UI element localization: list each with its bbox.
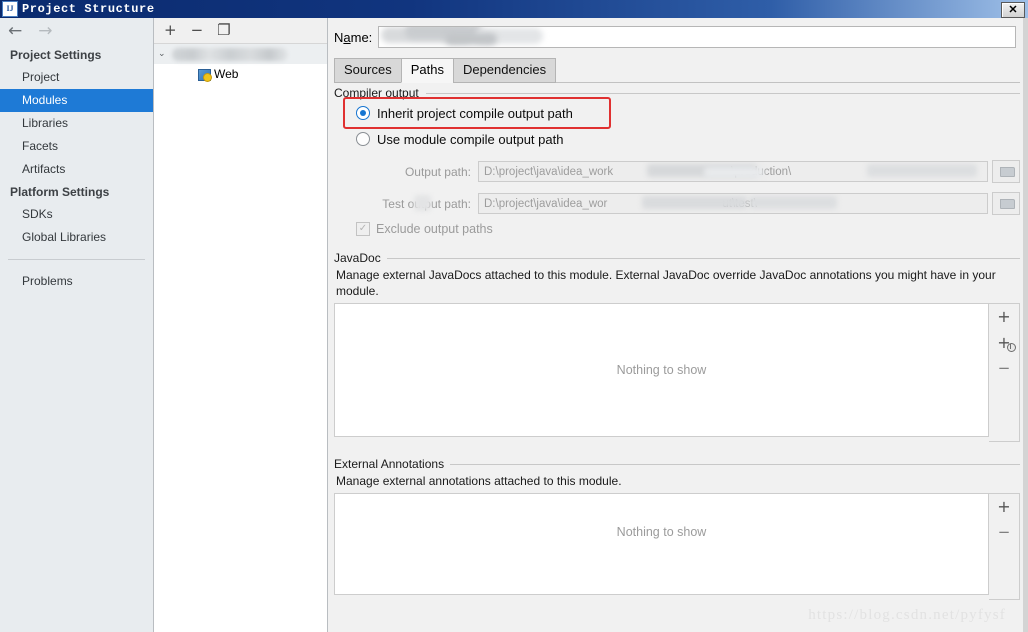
- javadoc-add-url-button[interactable]: +: [997, 335, 1016, 352]
- web-facet-icon: [198, 68, 212, 82]
- test-output-path-input[interactable]: D:\project\java\idea_wor ut\test\: [478, 193, 988, 214]
- sidebar-item-modules[interactable]: Modules: [0, 89, 153, 112]
- label-redaction: [414, 194, 431, 211]
- javadoc-add-button[interactable]: +: [997, 309, 1010, 325]
- sidebar-item-sdks[interactable]: SDKs: [0, 203, 153, 226]
- external-annotations-empty-text: Nothing to show: [616, 525, 707, 539]
- forward-arrow-icon[interactable]: →: [38, 22, 52, 40]
- module-name-redacted: [172, 47, 288, 61]
- module-tree-panel: + − ❐ ⌄ Web: [154, 18, 328, 632]
- radio-use-module-output[interactable]: Use module compile output path: [356, 128, 1020, 150]
- javadoc-remove-button[interactable]: −: [998, 361, 1011, 376]
- tree-item-label: Web: [214, 67, 239, 81]
- sidebar-group-platform-settings: Platform Settings: [10, 185, 110, 199]
- window-titlebar: IJ Project Structure ✕: [0, 0, 1028, 18]
- javadoc-list-wrap: Nothing to show + + −: [334, 303, 1020, 442]
- path-redaction: [704, 167, 764, 178]
- app-icon: IJ: [2, 1, 18, 17]
- external-annotations-list-buttons: + −: [989, 493, 1020, 600]
- remove-module-button[interactable]: −: [191, 23, 204, 38]
- folder-icon: [999, 198, 1015, 209]
- test-output-path-value-start: D:\project\java\idea_wor: [484, 197, 608, 210]
- sidebar-item-problems[interactable]: Problems: [0, 270, 153, 293]
- watermark-text: https://blog.csdn.net/pyfysf: [808, 607, 1006, 623]
- module-name-label: Name:: [334, 29, 373, 45]
- output-path-value-start: D:\project\java\idea_work: [484, 165, 614, 178]
- nav-arrow-bar: ← →: [0, 18, 153, 44]
- close-icon[interactable]: ✕: [1001, 2, 1025, 18]
- radio-label: Inherit project compile output path: [377, 105, 573, 121]
- tab-sources[interactable]: Sources: [334, 58, 402, 83]
- tree-row[interactable]: ⌄: [154, 44, 327, 64]
- test-output-path-label: Test output path:: [382, 194, 471, 211]
- module-tree-toolbar: + − ❐: [154, 18, 327, 44]
- sidebar-item-artifacts[interactable]: Artifacts: [0, 158, 153, 181]
- exclude-output-paths-row[interactable]: Exclude output paths: [356, 222, 1020, 236]
- sidebar-item-libraries[interactable]: Libraries: [0, 112, 153, 135]
- browse-test-output-path-button[interactable]: [992, 192, 1020, 215]
- javadoc-group: JavaDoc Manage external JavaDocs attache…: [334, 251, 1020, 442]
- path-redaction: [642, 196, 747, 209]
- javadoc-description: Manage external JavaDocs attached to thi…: [336, 268, 996, 298]
- globe-icon: [1006, 343, 1016, 352]
- module-name-row: Name:: [328, 18, 1028, 48]
- javadoc-empty-text: Nothing to show: [616, 363, 707, 377]
- external-annotations-remove-button[interactable]: −: [998, 525, 1011, 540]
- sidebar-group-project-settings: Project Settings: [10, 48, 102, 62]
- name-redaction: [445, 33, 498, 45]
- tab-dependencies[interactable]: Dependencies: [452, 58, 557, 83]
- module-settings-panel: Name: Sources Paths Dependencies Compile…: [328, 18, 1028, 632]
- output-path-label: Output path:: [404, 164, 471, 179]
- radio-label: Use module compile output path: [377, 131, 564, 147]
- test-output-path-row: Test output path: D:\project\java\idea_w…: [356, 192, 1020, 215]
- vertical-scrollbar[interactable]: [1023, 18, 1028, 632]
- path-redaction: [749, 196, 837, 209]
- compiler-output-group: Compiler output Inherit project compile …: [334, 86, 1020, 236]
- path-redaction: [867, 164, 977, 177]
- javadoc-list-buttons: + + −: [989, 303, 1020, 442]
- tab-paths[interactable]: Paths: [400, 58, 454, 83]
- chevron-down-icon[interactable]: ⌄: [158, 49, 172, 59]
- radio-button-icon[interactable]: [356, 106, 370, 120]
- external-annotations-list[interactable]: Nothing to show: [334, 493, 989, 595]
- external-annotations-description: Manage external annotations attached to …: [336, 474, 622, 488]
- checkbox-icon[interactable]: [356, 222, 370, 236]
- external-annotations-add-button[interactable]: +: [997, 499, 1010, 515]
- add-module-button[interactable]: +: [164, 23, 177, 38]
- javadoc-legend: JavaDoc: [334, 251, 387, 265]
- output-path-row: Output path: D:\project\java\idea_work \…: [356, 160, 1020, 183]
- output-path-input[interactable]: D:\project\java\idea_work \production\: [478, 161, 988, 182]
- sidebar-item-facets[interactable]: Facets: [0, 135, 153, 158]
- external-annotations-legend: External Annotations: [334, 457, 451, 471]
- sidebar-item-project[interactable]: Project: [0, 66, 153, 89]
- exclude-output-paths-label: Exclude output paths: [376, 222, 493, 236]
- external-annotations-list-wrap: Nothing to show + −: [334, 493, 1020, 600]
- copy-module-button[interactable]: ❐: [217, 23, 230, 38]
- external-annotations-group: External Annotations Manage external ann…: [334, 457, 1020, 600]
- sidebar-divider: [8, 259, 145, 260]
- settings-tabs: Sources Paths Dependencies: [334, 58, 1028, 83]
- module-name-input[interactable]: [378, 26, 1016, 48]
- window-title: Project Structure: [22, 2, 155, 16]
- module-tree-rows: ⌄ Web: [154, 44, 327, 84]
- settings-sidebar: ← → Project Settings Project Modules Lib…: [0, 18, 154, 632]
- back-arrow-icon[interactable]: ←: [8, 22, 22, 40]
- radio-button-icon[interactable]: [356, 132, 370, 146]
- sidebar-item-global-libraries[interactable]: Global Libraries: [0, 226, 153, 249]
- tree-row[interactable]: Web: [154, 64, 327, 84]
- folder-icon: [999, 166, 1015, 177]
- radio-inherit-project-output[interactable]: Inherit project compile output path: [356, 102, 1020, 124]
- browse-output-path-button[interactable]: [992, 160, 1020, 183]
- javadoc-list[interactable]: Nothing to show: [334, 303, 989, 437]
